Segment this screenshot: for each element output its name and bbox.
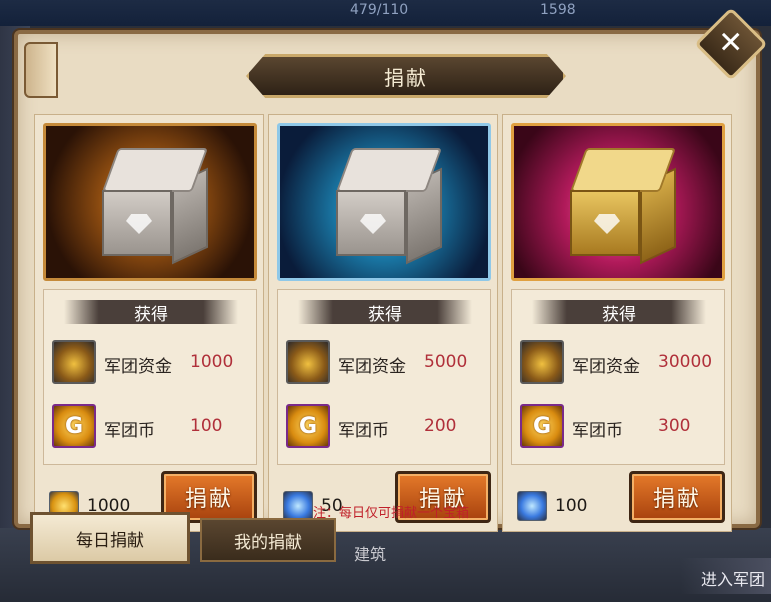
reward-header-label: 获得 [602, 304, 636, 325]
reward-value: 200 [424, 416, 457, 436]
legion-fund-icon [52, 340, 96, 384]
top-resource-bar: 479/110 1598 [0, 0, 771, 26]
close-icon: ✕ [718, 25, 744, 61]
chest-icon [564, 146, 682, 265]
reward-row-coin: G 军团币 200 [286, 404, 486, 448]
legion-coin-icon: G [52, 404, 96, 448]
modal-title: 捐献 [384, 65, 428, 90]
chest-icon [330, 146, 448, 265]
tab-label: 我的捐献 [234, 532, 302, 553]
legion-fund-icon [286, 340, 330, 384]
donate-modal: 捐献 获得 军团资金 1000 G 军团币 100 1000 捐献 获得 军团资… [14, 30, 760, 532]
reward-name: 军团币 [338, 421, 389, 441]
reward-header: 获得 [298, 300, 472, 325]
reward-panel: 获得 军团资金 5000 G 军团币 200 [277, 289, 491, 465]
chest-art-bronze [43, 123, 257, 281]
reward-row-coin: G 军团币 100 [52, 404, 252, 448]
reward-row-fund: 军团资金 5000 [286, 340, 486, 384]
build-label: 建筑 [354, 545, 387, 564]
reward-value: 30000 [658, 352, 713, 372]
legion-coin-icon: G [520, 404, 564, 448]
reward-panel: 获得 军团资金 30000 G 军团币 300 [511, 289, 725, 465]
reward-value: 300 [658, 416, 691, 436]
tab-daily-donate[interactable]: 每日捐献 [30, 512, 190, 564]
reward-header-label: 获得 [368, 304, 402, 325]
reward-row-fund: 军团资金 30000 [520, 340, 720, 384]
reward-panel: 获得 军团资金 1000 G 军团币 100 [43, 289, 257, 465]
gold-stat: 1598 [540, 2, 576, 18]
reward-header-label: 获得 [134, 304, 168, 325]
reward-row-fund: 军团资金 1000 [52, 340, 252, 384]
donate-card-2: 获得 军团资金 5000 G 军团币 200 50 捐献 [268, 114, 498, 532]
reward-value: 5000 [424, 352, 468, 372]
energy-stat: 479/110 [350, 2, 409, 18]
modal-title-bar: 捐献 [246, 54, 566, 98]
tab-label: 每日捐献 [76, 530, 144, 551]
reward-name: 军团币 [104, 421, 155, 441]
enter-legion-button[interactable]: 进入军团 [681, 558, 771, 594]
chest-art-gold [511, 123, 725, 281]
chest-icon [96, 146, 214, 265]
chest-art-silver [277, 123, 491, 281]
legion-coin-icon: G [286, 404, 330, 448]
reward-name: 军团币 [572, 421, 623, 441]
scroll-ornament [24, 42, 58, 98]
reward-value: 100 [190, 416, 223, 436]
reward-name: 军团资金 [104, 357, 172, 377]
reward-name: 军团资金 [338, 357, 406, 377]
reward-row-coin: G 军团币 300 [520, 404, 720, 448]
donate-card-3: 获得 军团资金 30000 G 军团币 300 100 捐献 [502, 114, 732, 532]
tab-my-donate[interactable]: 我的捐献 [200, 518, 336, 562]
legion-fund-icon [520, 340, 564, 384]
reward-name: 军团资金 [572, 357, 640, 377]
reward-header: 获得 [532, 300, 706, 325]
donate-card-1: 获得 军团资金 1000 G 军团币 100 1000 捐献 [34, 114, 264, 532]
reward-value: 1000 [190, 352, 234, 372]
reward-header: 获得 [64, 300, 238, 325]
